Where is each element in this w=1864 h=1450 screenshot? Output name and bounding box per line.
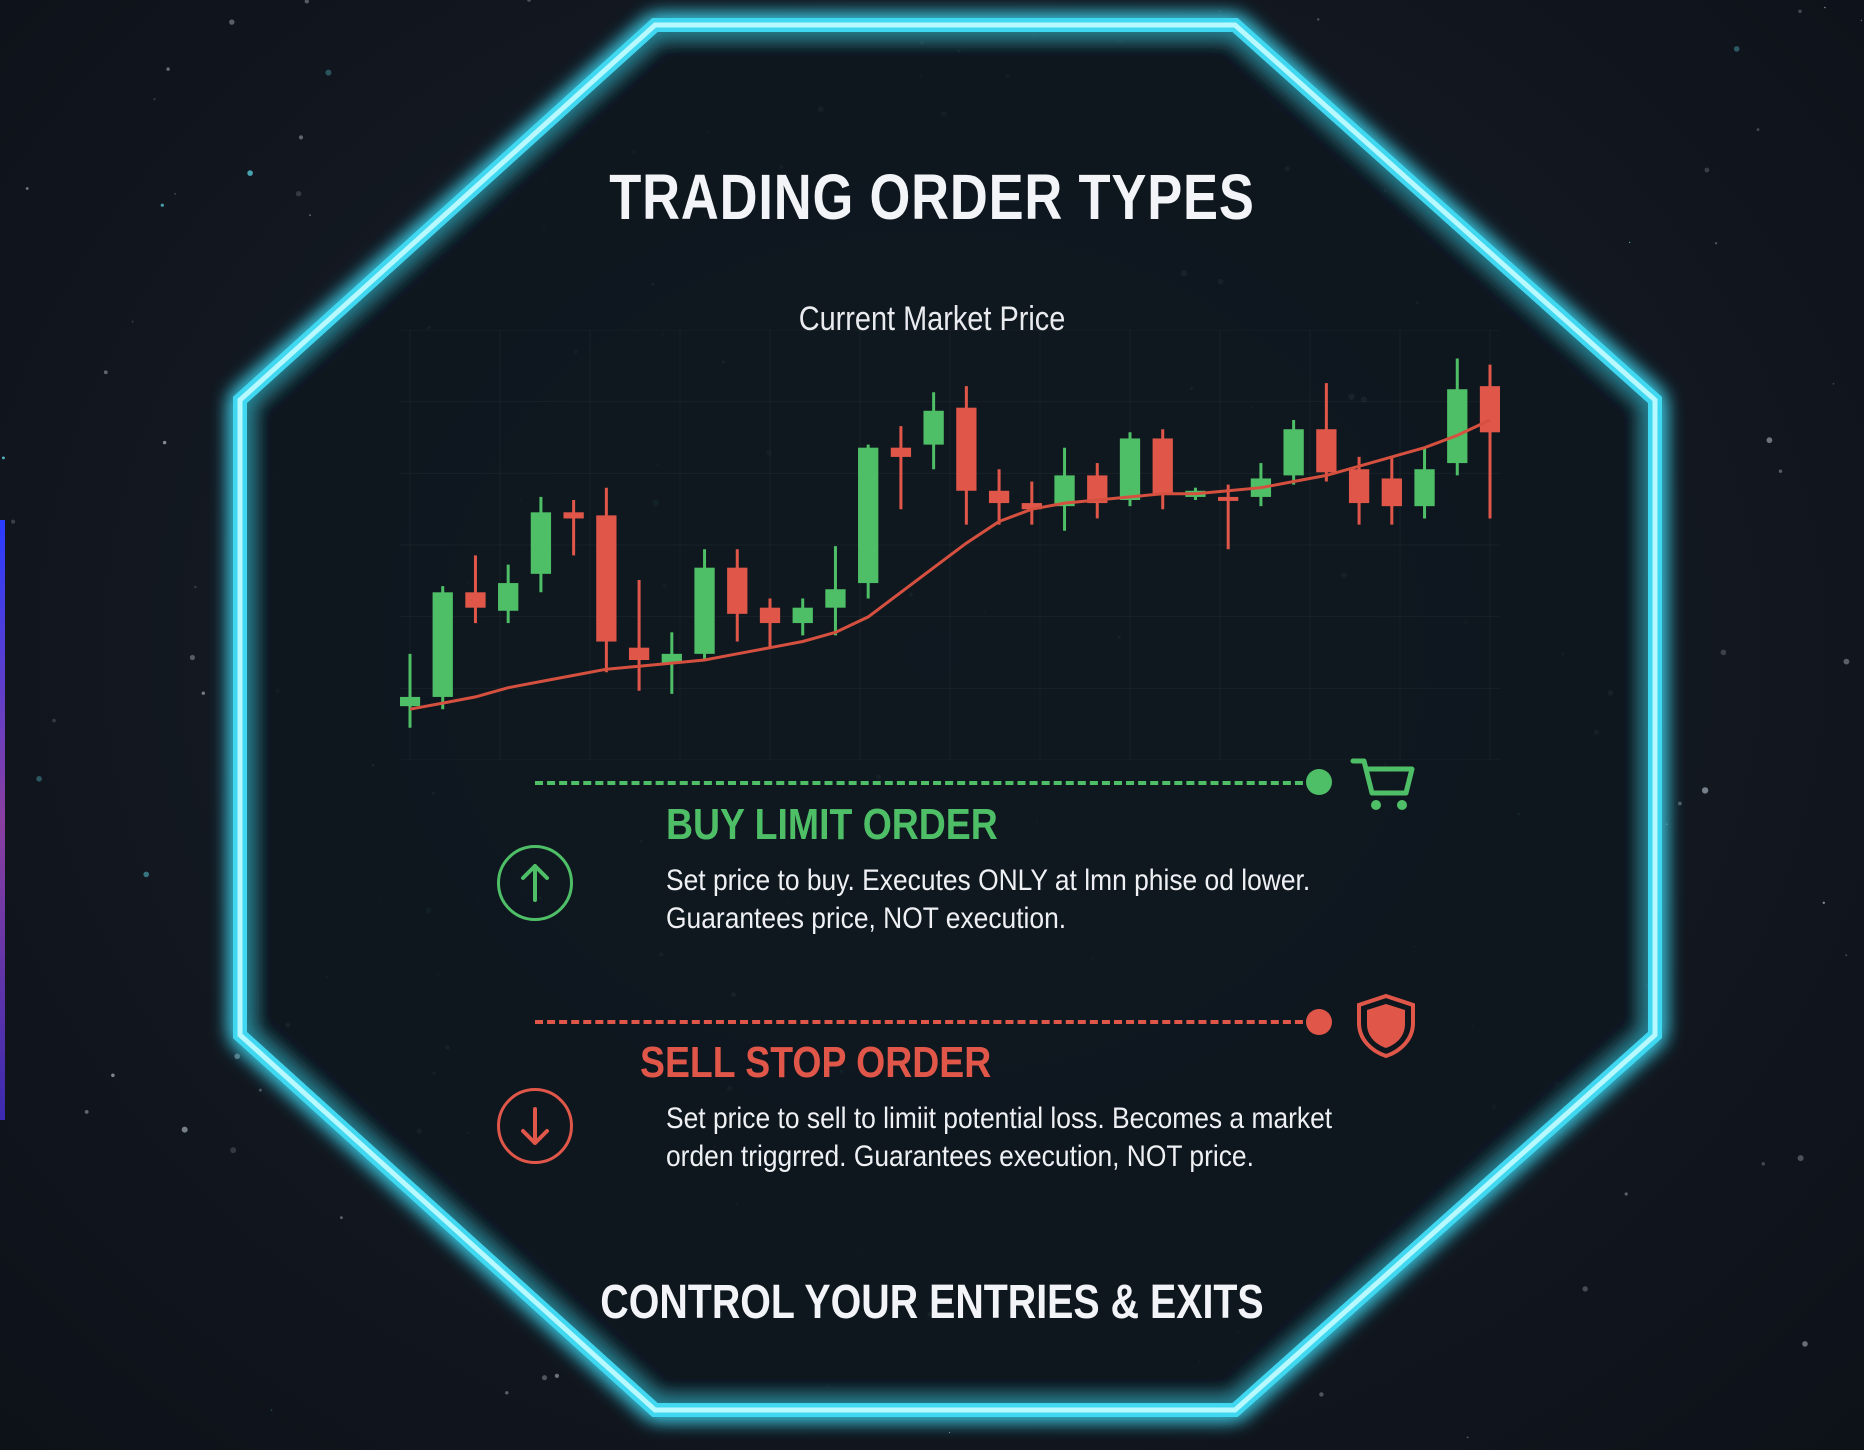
buy-limit-marker xyxy=(1306,769,1332,795)
bullish-candle xyxy=(432,586,453,710)
bearish-candle xyxy=(1381,456,1402,525)
candle-body xyxy=(628,647,650,660)
bearish-candle xyxy=(1218,484,1239,550)
sell-stop-line xyxy=(535,1020,1315,1024)
bearish-candle xyxy=(1021,481,1042,525)
buy-limit-description: Set price to buy. Executes ONLY at lmn p… xyxy=(666,862,1370,938)
bearish-candle xyxy=(1152,429,1173,510)
bullish-candle xyxy=(694,549,715,660)
candle-body xyxy=(858,447,879,584)
arrow-up-icon xyxy=(521,864,549,902)
sell-stop-desc-line-1: Set price to sell to limiit potential lo… xyxy=(666,1102,1333,1135)
bullish-candle xyxy=(923,392,944,470)
buy-limit-desc-line-1: Set price to buy. Executes ONLY at lmn p… xyxy=(666,864,1311,897)
candle-body xyxy=(956,407,977,491)
candle-body xyxy=(596,515,617,642)
candle-body xyxy=(1479,386,1500,433)
bullish-candle xyxy=(825,546,846,636)
cart-icon xyxy=(1350,758,1415,810)
candle-body xyxy=(1348,469,1370,504)
candle-body xyxy=(432,592,453,697)
buy-limit-desc-line-2: Guarantees price, NOT execution. xyxy=(666,902,1067,935)
bullish-candle xyxy=(498,564,519,624)
candle-body xyxy=(498,583,519,611)
sell-stop-desc-line-2: orden triggrred. Guarantees execution, N… xyxy=(666,1140,1254,1173)
page-title: TRADING ORDER TYPES xyxy=(609,161,1255,233)
candle-body xyxy=(825,589,846,608)
candle-body xyxy=(890,447,912,457)
candle-body xyxy=(1152,438,1173,494)
candle-body xyxy=(400,696,421,707)
bearish-candle xyxy=(596,487,617,673)
bearish-candle xyxy=(628,580,650,691)
bearish-candle xyxy=(727,549,748,642)
candle-body xyxy=(1283,429,1304,476)
bearish-candle xyxy=(1316,383,1337,482)
candle-body xyxy=(1316,429,1337,473)
bullish-candle xyxy=(792,598,813,636)
buy-badge xyxy=(497,845,573,921)
candle-body xyxy=(465,592,486,608)
bullish-candle xyxy=(1283,420,1304,485)
sell-stop-title: SELL STOP ORDER xyxy=(640,1038,992,1087)
candle-body xyxy=(694,567,715,654)
sell-stop-marker xyxy=(1306,1009,1332,1035)
bullish-candle xyxy=(1414,447,1435,519)
bearish-candle xyxy=(988,469,1010,525)
candle-body xyxy=(1119,438,1141,500)
bearish-candle xyxy=(759,598,781,648)
candle-body xyxy=(1447,389,1468,464)
bearish-candle xyxy=(890,426,912,510)
bullish-candle xyxy=(530,496,552,593)
bearish-candle xyxy=(1087,463,1108,519)
candle-body xyxy=(1381,478,1402,507)
candlestick-chart xyxy=(400,330,1500,760)
bullish-candle xyxy=(858,444,879,599)
sell-stop-description: Set price to sell to limiit potential lo… xyxy=(666,1100,1370,1176)
buy-limit-title: BUY LIMIT ORDER xyxy=(666,800,998,849)
bearish-candle xyxy=(465,555,486,624)
candle-body xyxy=(727,567,748,614)
buy-limit-line xyxy=(535,781,1315,785)
bearish-candle xyxy=(563,500,584,556)
candle-body xyxy=(530,512,552,574)
bearish-candle xyxy=(956,386,977,525)
candle-body xyxy=(759,607,781,624)
candle-body xyxy=(1414,469,1435,507)
candle-body xyxy=(923,410,944,445)
bearish-candle xyxy=(1479,364,1500,519)
candle-body xyxy=(1218,496,1239,501)
footer-tagline: CONTROL YOUR ENTRIES & EXITS xyxy=(600,1276,1264,1329)
bullish-candle xyxy=(400,653,421,728)
arrow-down-icon xyxy=(521,1107,549,1145)
bullish-candle xyxy=(1250,463,1272,507)
bullish-candle xyxy=(1447,358,1468,476)
sell-badge xyxy=(497,1088,573,1164)
candle-body xyxy=(792,607,813,624)
candle-body xyxy=(563,512,584,519)
candle-body xyxy=(988,490,1010,504)
bullish-candle xyxy=(1054,447,1075,531)
shield-icon xyxy=(1357,993,1415,1059)
